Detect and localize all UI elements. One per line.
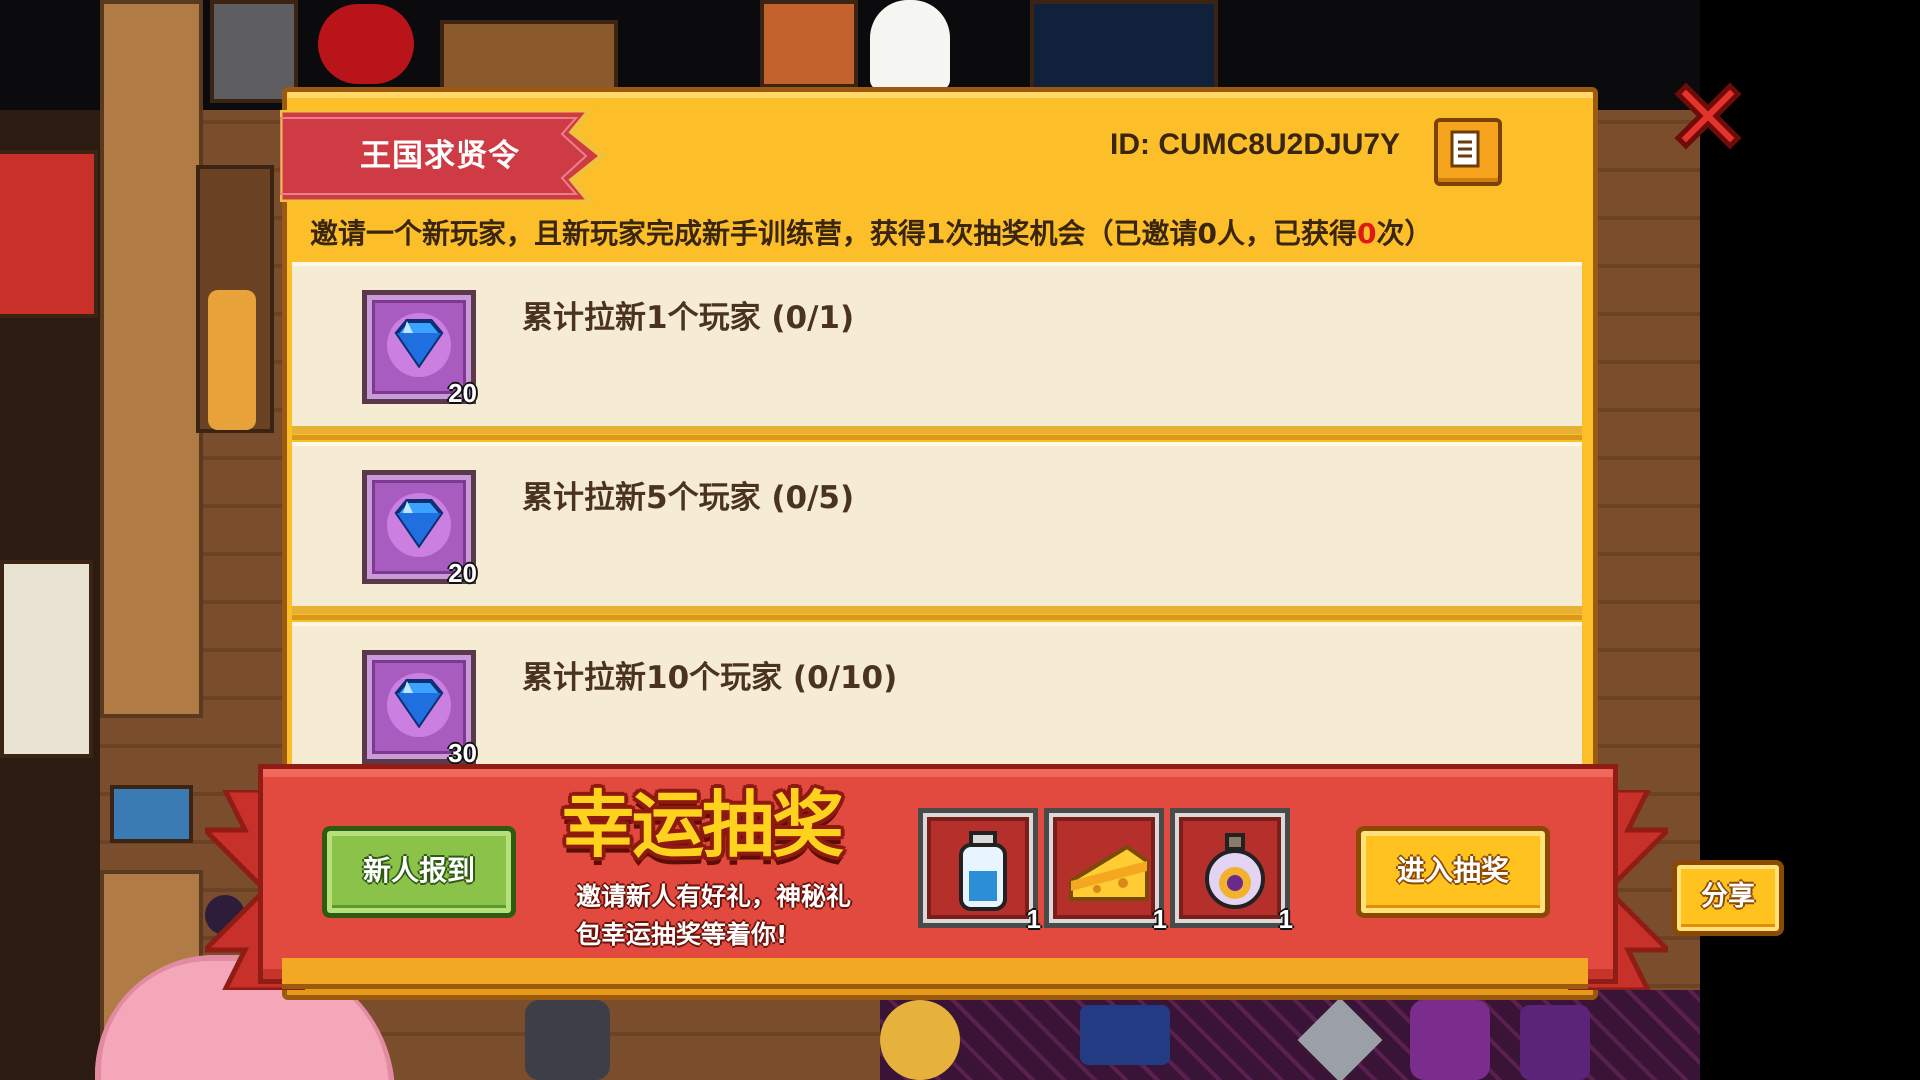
blue-dragon-sprite	[1080, 1005, 1170, 1065]
wooden-pillar	[100, 0, 203, 718]
game-screen: 王国求贤令 ID: CUMC8U2DJU7Y 邀请一个新玩家，且新玩家完成新手训…	[0, 0, 1920, 1080]
invite-description: 邀请一个新玩家，且新玩家完成新手训练营，获得1次抽奖机会（已邀请0人，已获得0次…	[310, 212, 1590, 252]
purple-gem-icon	[387, 673, 451, 737]
invite-reward-count: 0	[1356, 217, 1377, 250]
row-divider	[292, 435, 1582, 440]
panel-bottom-trim	[282, 958, 1588, 989]
reward-count: 20	[448, 378, 477, 408]
title-banner: 王国求贤令	[280, 110, 620, 202]
invite-desc-suffix: 次）	[1376, 217, 1433, 250]
prize-count: 1	[1278, 904, 1293, 934]
enter-lottery-button[interactable]: 进入抽奖	[1356, 826, 1550, 918]
purple-gem-icon	[387, 493, 451, 557]
copy-id-button[interactable]	[1434, 118, 1502, 186]
subtitle-line: 包幸运抽奖等着你!	[576, 920, 788, 949]
close-icon	[1674, 82, 1742, 150]
task-row: 30 累计拉新10个玩家 (0/10)	[292, 622, 1582, 767]
wall-sign-sprite	[110, 785, 193, 843]
task-row: 20 累计拉新5个玩家 (0/5)	[292, 442, 1582, 620]
reward-slot[interactable]: 20	[362, 290, 477, 408]
panel-title: 王国求贤令	[360, 138, 520, 174]
reward-count: 20	[448, 558, 477, 588]
invite-desc-text: 邀请一个新玩家，且新玩家完成新手训练营，获得1次抽奖机会（已邀请0人，已获得	[310, 217, 1357, 250]
subtitle-line: 邀请新人有好礼，神秘礼	[576, 882, 852, 911]
lantern-sprite	[208, 290, 256, 430]
shield-sprite	[1520, 1005, 1590, 1080]
pot-sprite	[525, 1000, 610, 1080]
task-label: 累计拉新10个玩家 (0/10)	[522, 660, 898, 696]
share-button[interactable]: 分享	[1672, 860, 1784, 936]
prize-count: 1	[1026, 904, 1041, 934]
task-list[interactable]: 20 累计拉新1个玩家 (0/1) 20 累计拉新5个玩家 (0/5) 30 累…	[292, 262, 1582, 767]
new-player-checkin-button[interactable]: 新人报到	[322, 826, 516, 918]
roses-sprite	[318, 4, 414, 84]
reward-count: 30	[448, 738, 477, 767]
row-divider	[292, 615, 1582, 620]
rug-sprite	[760, 0, 858, 88]
reward-slot[interactable]: 20	[362, 470, 477, 588]
bottle-icon	[959, 831, 1007, 911]
folding-screen-sprite	[0, 560, 93, 758]
task-label: 累计拉新1个玩家 (0/1)	[522, 300, 855, 336]
emblem-sprite	[1410, 1000, 1490, 1080]
red-sofa-sprite	[0, 150, 98, 318]
potion-icon	[1205, 833, 1265, 909]
prize-count: 1	[1152, 904, 1167, 934]
copy-document-icon	[1450, 130, 1480, 168]
golden-shell-sprite	[880, 1000, 960, 1080]
prize-slot[interactable]: 1	[918, 808, 1041, 934]
close-button[interactable]	[1668, 76, 1748, 156]
purple-gem-icon	[387, 313, 451, 377]
lucky-draw-title: 幸运抽奖	[562, 783, 844, 867]
player-id-label: ID: CUMC8U2DJU7Y	[1110, 128, 1401, 161]
cheese-icon	[1069, 844, 1149, 901]
prize-slot[interactable]: 1	[1170, 808, 1293, 934]
snowman-sprite	[870, 0, 950, 90]
prize-slot[interactable]: 1	[1044, 808, 1167, 934]
task-label: 累计拉新5个玩家 (0/5)	[522, 480, 855, 516]
lucky-draw-subtitle: 邀请新人有好礼，神秘礼 包幸运抽奖等着你!	[576, 878, 896, 954]
reward-slot[interactable]: 30	[362, 650, 477, 767]
task-row: 20 累计拉新1个玩家 (0/1)	[292, 262, 1582, 440]
